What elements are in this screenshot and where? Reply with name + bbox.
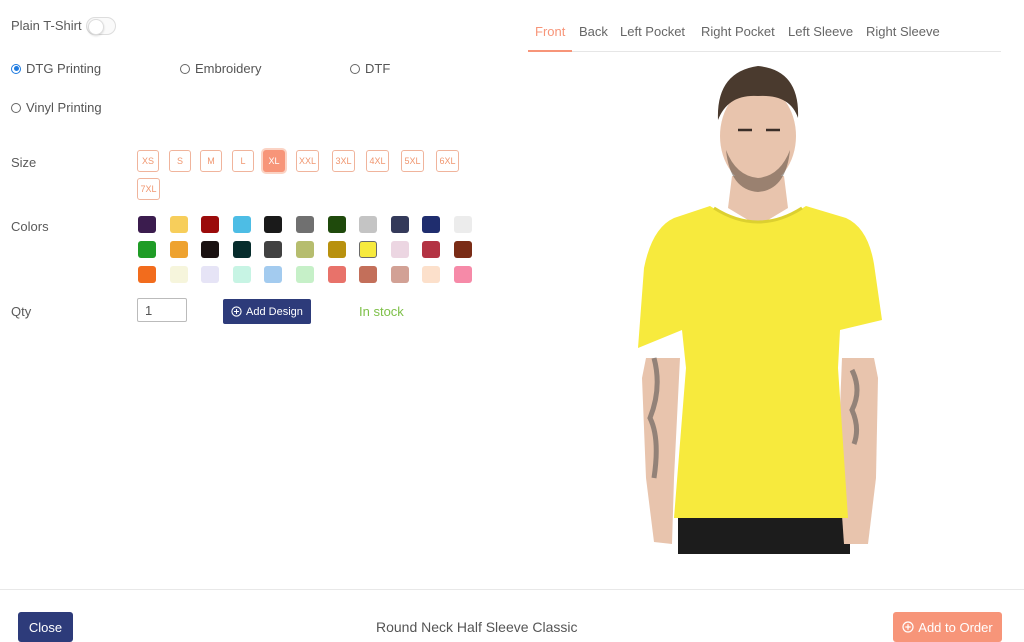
qty-label: Qty: [11, 304, 32, 319]
color-swatch[interactable]: [201, 266, 220, 283]
add-to-order-label: Add to Order: [918, 619, 993, 635]
color-swatch[interactable]: [422, 216, 441, 233]
radio-dot: [350, 63, 360, 74]
radio-label: DTF: [365, 61, 391, 76]
radio-label: Embroidery: [195, 61, 262, 76]
color-swatch[interactable]: [138, 266, 156, 283]
color-swatch[interactable]: [390, 266, 409, 283]
color-swatch[interactable]: [422, 241, 441, 258]
size-option-6xl[interactable]: 6XL: [436, 150, 459, 172]
size-option-xs[interactable]: XS: [137, 150, 159, 172]
plus-circle-icon: [902, 621, 914, 633]
color-swatch[interactable]: [264, 266, 283, 283]
color-swatch[interactable]: [422, 266, 441, 283]
color-swatch[interactable]: [454, 266, 472, 283]
color-swatch[interactable]: [169, 266, 188, 283]
view-tabs: Front Back Left Pocket Right Pocket Left…: [528, 20, 1001, 52]
tshirt-preview-image: [638, 66, 882, 554]
radio-dot: [180, 63, 190, 74]
size-label: Size: [11, 155, 37, 170]
color-swatch[interactable]: [169, 241, 188, 258]
color-swatch[interactable]: [390, 216, 409, 233]
color-swatch[interactable]: [296, 216, 314, 233]
size-option-xl[interactable]: XL: [263, 150, 285, 172]
radio-label: Vinyl Printing: [26, 100, 102, 115]
toggle-knob: [88, 19, 104, 35]
color-swatch[interactable]: [454, 241, 472, 258]
color-swatch[interactable]: [264, 241, 283, 258]
color-swatch[interactable]: [327, 266, 346, 283]
color-swatch[interactable]: [390, 241, 409, 258]
size-option-m[interactable]: M: [200, 150, 222, 172]
radio-dtf[interactable]: DTF: [350, 61, 390, 76]
tab-back[interactable]: Back: [579, 24, 608, 50]
plus-circle-icon: [231, 306, 242, 317]
color-swatch[interactable]: [327, 216, 346, 233]
size-option-l[interactable]: L: [232, 150, 254, 172]
radio-dot: [11, 63, 21, 74]
tab-left-sleeve[interactable]: Left Sleeve: [788, 24, 853, 50]
radio-vinyl-printing[interactable]: Vinyl Printing: [11, 100, 102, 115]
color-swatch[interactable]: [138, 241, 156, 258]
tab-front[interactable]: Front: [528, 24, 573, 52]
color-swatch[interactable]: [359, 216, 378, 233]
color-swatch[interactable]: [232, 216, 251, 233]
color-swatch[interactable]: [138, 216, 156, 233]
color-swatch[interactable]: [201, 241, 220, 258]
tab-right-sleeve[interactable]: Right Sleeve: [866, 24, 940, 50]
color-swatch[interactable]: [232, 266, 251, 283]
size-option-3xl[interactable]: 3XL: [332, 150, 355, 172]
size-option-s[interactable]: S: [169, 150, 191, 172]
plain-tshirt-toggle[interactable]: [86, 17, 116, 35]
color-swatch[interactable]: [296, 266, 314, 283]
tab-left-pocket[interactable]: Left Pocket: [620, 24, 685, 50]
radio-dtg-printing[interactable]: DTG Printing: [11, 61, 101, 76]
add-design-button[interactable]: Add Design: [223, 299, 311, 324]
color-swatch[interactable]: [201, 216, 220, 233]
stock-status: In stock: [359, 304, 404, 319]
radio-embroidery[interactable]: Embroidery: [180, 61, 261, 76]
color-swatch[interactable]: [169, 216, 188, 233]
colors-label: Colors: [11, 219, 49, 234]
color-swatch[interactable]: [327, 241, 346, 258]
radio-dot: [11, 102, 21, 113]
radio-label: DTG Printing: [26, 61, 102, 76]
color-swatch[interactable]: [359, 266, 378, 283]
plain-tshirt-label: Plain T-Shirt: [11, 18, 82, 33]
size-option-4xl[interactable]: 4XL: [366, 150, 389, 172]
color-swatch[interactable]: [359, 241, 378, 258]
size-option-xxl[interactable]: XXL: [296, 150, 319, 172]
color-swatch[interactable]: [454, 216, 472, 233]
footer-divider: [0, 589, 1024, 590]
size-option-7xl[interactable]: 7XL: [137, 178, 160, 200]
color-swatch[interactable]: [264, 216, 283, 233]
size-option-5xl[interactable]: 5XL: [401, 150, 424, 172]
color-swatch[interactable]: [296, 241, 314, 258]
add-design-label: Add Design: [246, 305, 303, 318]
qty-input[interactable]: [137, 298, 187, 322]
color-swatch[interactable]: [232, 241, 251, 258]
tab-right-pocket[interactable]: Right Pocket: [701, 24, 775, 50]
product-title: Round Neck Half Sleeve Classic: [376, 619, 578, 635]
